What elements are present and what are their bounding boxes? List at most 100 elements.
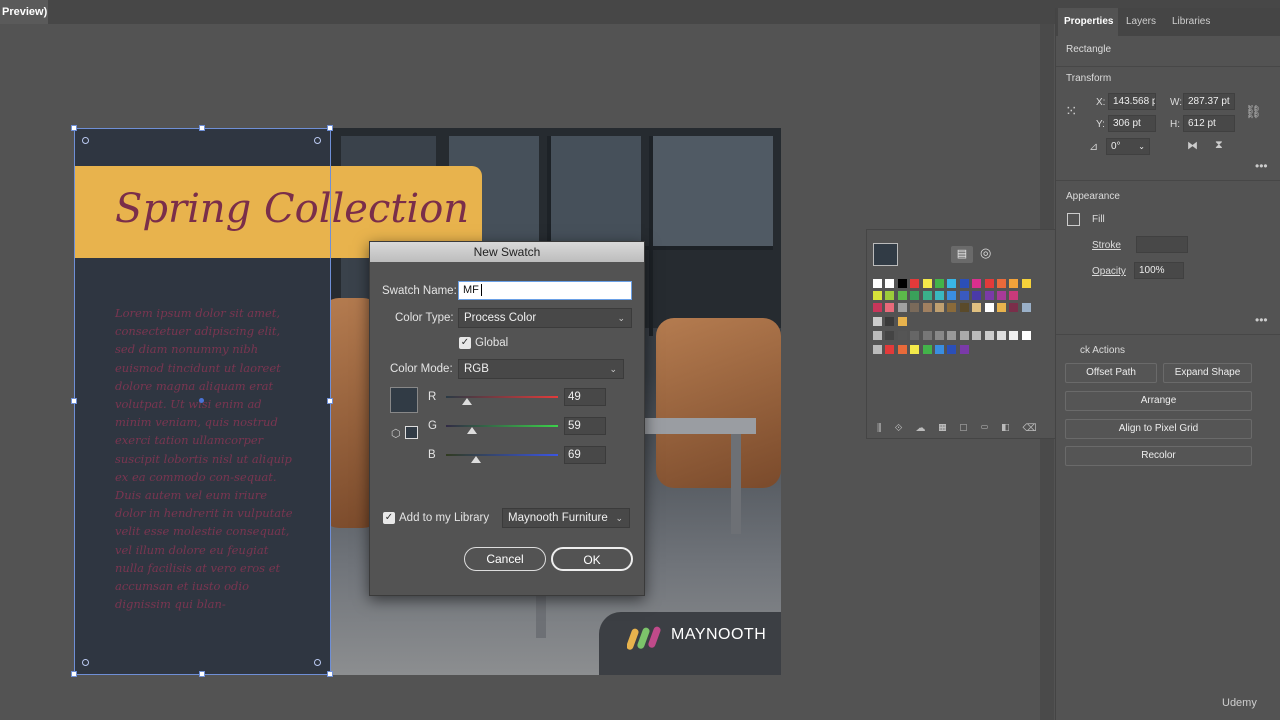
swatch-chip[interactable]: [935, 345, 944, 354]
offset-path-button[interactable]: Offset Path: [1065, 363, 1157, 383]
resize-handle[interactable]: [327, 671, 333, 677]
swatch-chip[interactable]: [1021, 279, 1031, 288]
swatch-chip[interactable]: [922, 291, 932, 300]
reference-point-icon[interactable]: ⁙: [1065, 102, 1078, 120]
library-select[interactable]: Maynooth Furniture ⌄: [502, 508, 630, 528]
more-options-icon[interactable]: •••: [1255, 159, 1268, 173]
swatch-chip[interactable]: [935, 291, 944, 300]
y-field[interactable]: 306 pt: [1108, 115, 1156, 132]
swatch-chip[interactable]: [910, 303, 920, 312]
swatch-chip[interactable]: [972, 331, 982, 340]
swatch-chip[interactable]: [897, 345, 907, 354]
angle-field[interactable]: 0° ⌄: [1106, 138, 1150, 155]
swatch-chip[interactable]: [947, 291, 957, 300]
cancel-button[interactable]: Cancel: [464, 547, 546, 571]
swatch-chip[interactable]: [972, 291, 982, 300]
swatch-chip[interactable]: [997, 303, 1006, 312]
swatch-chip[interactable]: [885, 291, 895, 300]
expand-shape-button[interactable]: Expand Shape: [1163, 363, 1252, 383]
r-value-field[interactable]: 49: [564, 388, 606, 406]
swatch-chip[interactable]: [873, 345, 882, 354]
swatch-chip[interactable]: [947, 303, 957, 312]
fill-swatch[interactable]: [1067, 213, 1080, 226]
tab-properties[interactable]: Properties: [1058, 8, 1118, 36]
color-type-select[interactable]: Process Color ⌄: [458, 308, 632, 328]
flip-horizontal-icon[interactable]: ⧓: [1187, 139, 1198, 152]
swatch-chip[interactable]: [922, 345, 932, 354]
flip-vertical-icon[interactable]: ⧗: [1215, 139, 1223, 152]
swatch-chip[interactable]: [1009, 291, 1019, 300]
x-field[interactable]: 143.568 p: [1108, 93, 1156, 110]
color-mode-select[interactable]: RGB ⌄: [458, 359, 624, 379]
align-pixel-grid-button[interactable]: Align to Pixel Grid: [1065, 419, 1252, 439]
ok-button[interactable]: OK: [551, 547, 633, 571]
b-value-field[interactable]: 69: [564, 446, 606, 464]
swatch-chip[interactable]: [947, 331, 957, 340]
swatch-chip[interactable]: [885, 345, 895, 354]
swatch-chip[interactable]: [910, 331, 920, 340]
recolor-button[interactable]: Recolor: [1065, 446, 1252, 466]
tab-libraries[interactable]: Libraries: [1172, 8, 1222, 36]
swatch-chip[interactable]: [984, 279, 994, 288]
opacity-field[interactable]: 100%: [1134, 262, 1184, 279]
swatch-chip[interactable]: [1009, 303, 1019, 312]
b-slider-track[interactable]: [446, 454, 558, 456]
g-slider-track[interactable]: [446, 425, 558, 427]
current-fill-swatch[interactable]: [873, 243, 898, 266]
swatch-chip[interactable]: [922, 331, 932, 340]
swatch-chip[interactable]: [910, 279, 920, 288]
swatch-chip[interactable]: [984, 331, 994, 340]
opacity-label[interactable]: Opacity: [1092, 266, 1126, 277]
swatch-chip[interactable]: [984, 291, 994, 300]
swatch-chip[interactable]: [910, 345, 920, 354]
swatch-chip[interactable]: [885, 331, 895, 340]
g-value-field[interactable]: 59: [564, 417, 606, 435]
corner-radius-widget[interactable]: [82, 659, 89, 666]
swatch-chip[interactable]: [959, 331, 969, 340]
swatch-chip[interactable]: [873, 303, 882, 312]
swatch-chip[interactable]: [910, 291, 920, 300]
more-options-icon[interactable]: •••: [1255, 313, 1268, 327]
out-of-gamut-cube-icon[interactable]: ⬡: [391, 427, 401, 440]
swatch-chip[interactable]: [959, 345, 969, 354]
r-slider-thumb[interactable]: [462, 398, 473, 405]
link-proportions-icon[interactable]: ⛓: [1245, 104, 1262, 120]
swatch-chip[interactable]: [997, 331, 1006, 340]
stroke-weight-field[interactable]: [1136, 236, 1188, 253]
swatch-chip[interactable]: [997, 279, 1006, 288]
tab-layers[interactable]: Layers: [1126, 8, 1166, 36]
resize-handle[interactable]: [71, 125, 77, 131]
swatch-chip[interactable]: [1021, 303, 1031, 312]
swatch-chip[interactable]: [947, 345, 957, 354]
add-library-checkbox[interactable]: ✓: [383, 512, 395, 524]
swatch-chip[interactable]: [922, 279, 932, 288]
swatch-chip[interactable]: [873, 317, 882, 326]
swatch-chip[interactable]: [947, 279, 957, 288]
w-field[interactable]: 287.37 pt: [1183, 93, 1235, 110]
swatch-chip[interactable]: [873, 291, 882, 300]
swatch-chip[interactable]: [885, 279, 895, 288]
swatch-chip[interactable]: [885, 317, 895, 326]
swatch-chip[interactable]: [972, 303, 982, 312]
list-view-icon[interactable]: ▤: [951, 246, 973, 263]
swatch-name-input[interactable]: MF: [458, 281, 632, 300]
resize-handle[interactable]: [199, 125, 205, 131]
g-slider-thumb[interactable]: [466, 427, 477, 434]
corner-radius-widget[interactable]: [314, 659, 321, 666]
swatch-chip[interactable]: [885, 303, 895, 312]
swatch-chip[interactable]: [922, 303, 932, 312]
swatch-chip[interactable]: [984, 303, 994, 312]
corner-radius-widget[interactable]: [314, 137, 321, 144]
arrange-button[interactable]: Arrange: [1065, 391, 1252, 411]
swatch-chip[interactable]: [1009, 331, 1019, 340]
web-safe-swatch[interactable]: [405, 426, 418, 439]
resize-handle[interactable]: [71, 671, 77, 677]
swatch-chip[interactable]: [873, 331, 882, 340]
swatch-chip[interactable]: [959, 279, 969, 288]
swatch-chip[interactable]: [959, 303, 969, 312]
h-field[interactable]: 612 pt: [1183, 115, 1235, 132]
swatch-chip[interactable]: [935, 331, 944, 340]
swatch-chip[interactable]: [997, 291, 1006, 300]
swatch-chip[interactable]: [897, 317, 907, 326]
stroke-label[interactable]: Stroke: [1092, 240, 1121, 251]
